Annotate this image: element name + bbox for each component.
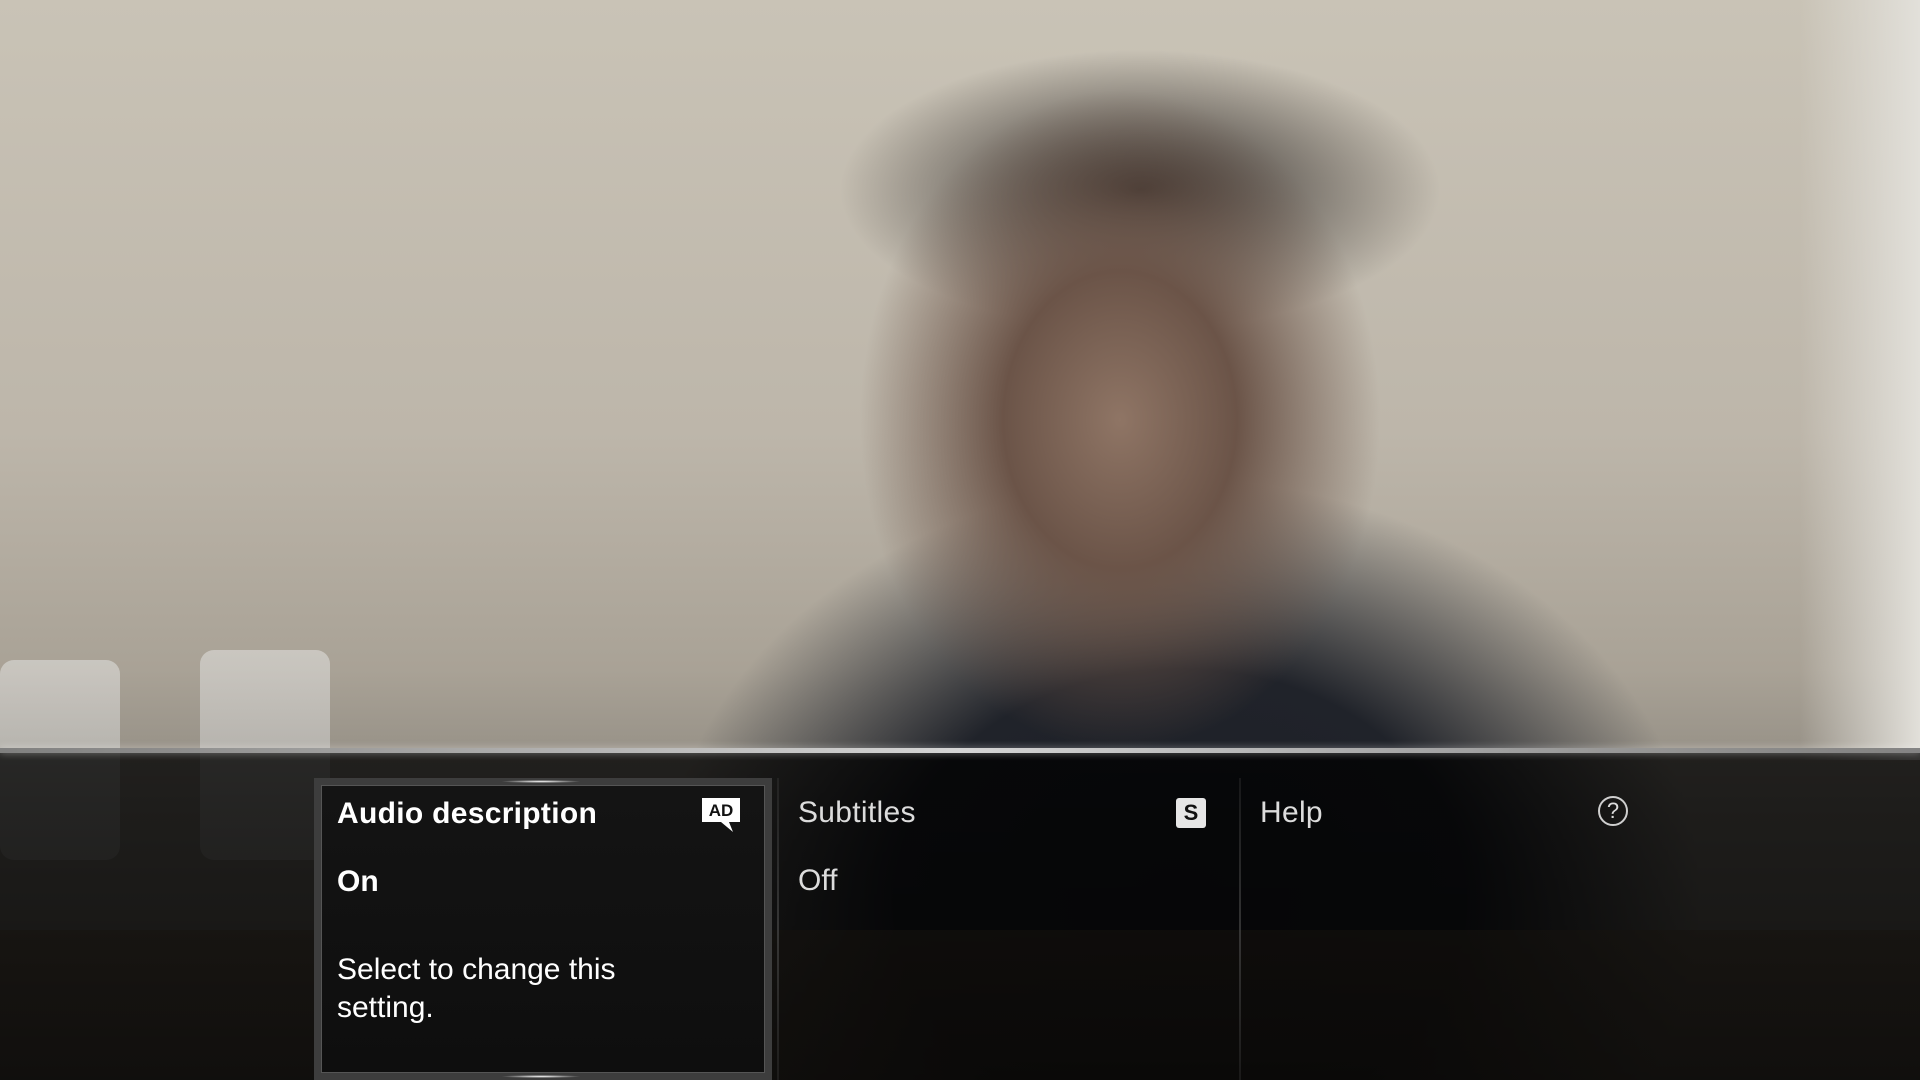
options-row: Audio description AD On Select to change… (314, 778, 1734, 1080)
audio-description-value: On (337, 865, 379, 898)
background-window (1800, 0, 1920, 760)
svg-text:AD: AD (709, 801, 734, 820)
audio-description-hint: Select to change this setting. (337, 953, 616, 1024)
panel-top-highlight (0, 748, 1920, 753)
help-title: Help (1260, 796, 1323, 829)
audio-description-title: Audio description (337, 797, 598, 830)
accessibility-overlay-panel: Audio description AD On Select to change… (0, 748, 1920, 1080)
subtitles-title: Subtitles (798, 796, 916, 829)
help-icon: ? (1598, 796, 1628, 826)
help-tile[interactable]: Help ? (1238, 778, 1696, 1080)
subtitles-icon: S (1176, 798, 1206, 828)
audio-description-tile[interactable]: Audio description AD On Select to change… (314, 778, 772, 1080)
subtitles-tile[interactable]: Subtitles S Off (776, 778, 1234, 1080)
ad-icon: AD (699, 795, 743, 835)
subtitles-value: Off (798, 864, 838, 897)
tv-screen: Audio description AD On Select to change… (0, 0, 1920, 1080)
